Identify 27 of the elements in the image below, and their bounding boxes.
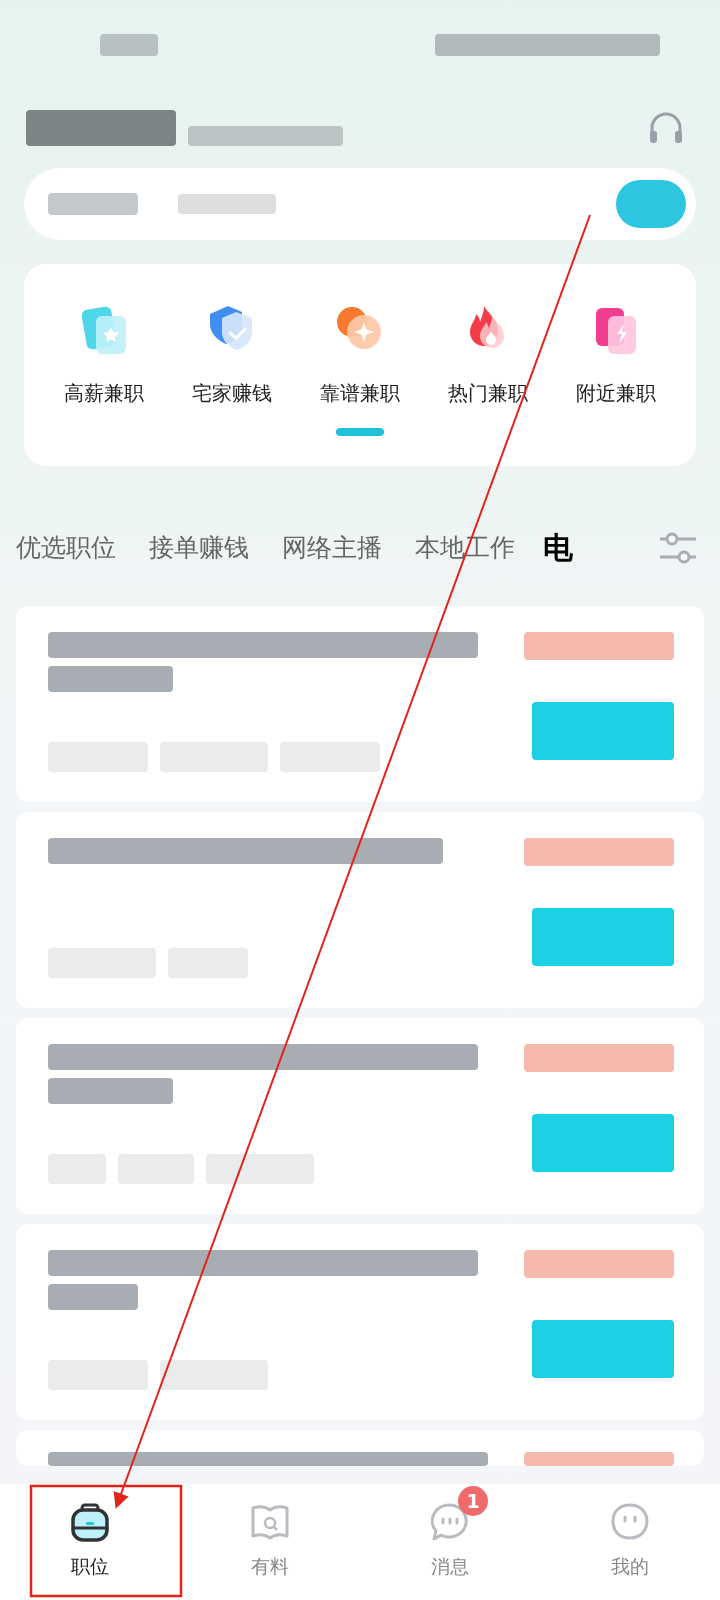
blurred-time (100, 34, 158, 56)
scroll-indicator (336, 428, 384, 436)
filter-icon[interactable] (658, 530, 698, 566)
nav-tab[interactable]: 我的 (540, 1484, 720, 1600)
category-tab[interactable]: 接单赚钱 (149, 528, 249, 568)
notification-badge: 1 (458, 1486, 488, 1516)
category-label[interactable]: 宅家赚钱 (192, 380, 272, 406)
job-card[interactable] (16, 1224, 704, 1420)
category-label[interactable]: 靠谱兼职 (320, 380, 400, 406)
category-label[interactable]: 高薪兼职 (64, 380, 144, 406)
search-button[interactable] (616, 180, 686, 228)
nav-tab[interactable]: 有料 (180, 1484, 360, 1600)
case-icon (70, 1502, 110, 1542)
category-tab[interactable]: 网络主播 (282, 528, 382, 568)
job-card[interactable] (16, 1018, 704, 1214)
face-icon (610, 1502, 650, 1542)
job-card[interactable] (16, 1430, 704, 1466)
nav-tab[interactable]: 职位 (0, 1484, 180, 1600)
job-card[interactable] (16, 812, 704, 1008)
job-card[interactable] (16, 606, 704, 802)
book-icon (250, 1502, 290, 1542)
category-label[interactable]: 附近兼职 (576, 380, 656, 406)
category-tab[interactable]: 优选职位 (16, 528, 116, 568)
headset-icon[interactable] (648, 110, 684, 145)
category-tab[interactable]: 电 (543, 528, 573, 568)
chat-icon (430, 1502, 470, 1542)
nav-tab[interactable]: 1 消息 (360, 1484, 540, 1600)
